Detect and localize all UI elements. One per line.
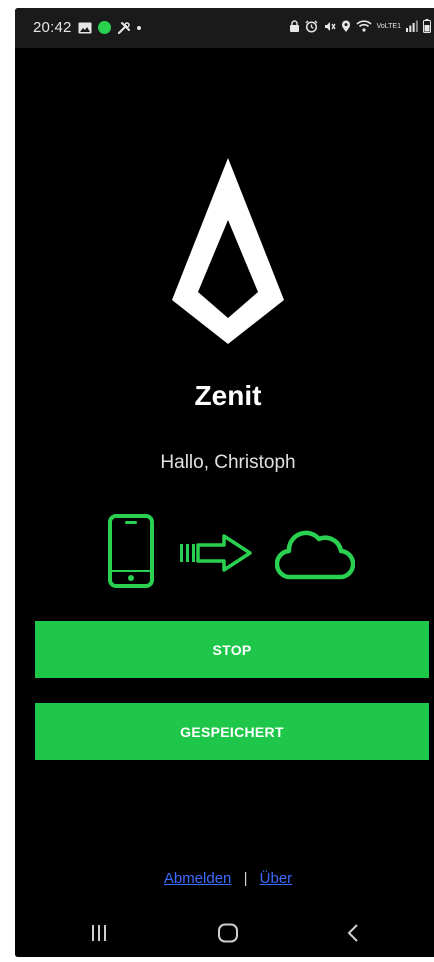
- status-time: 20:42: [33, 19, 72, 36]
- arrow-right-icon: [180, 534, 252, 572]
- footer-links: Abmelden | Über: [15, 870, 434, 887]
- status-bar: 20:42 VoLTE1: [15, 8, 434, 48]
- wifi-icon: [356, 20, 372, 32]
- cloud-icon: [275, 530, 355, 580]
- home-icon[interactable]: [208, 920, 248, 946]
- navigation-bar: [15, 910, 434, 957]
- dot-icon: [136, 25, 141, 30]
- greeting-text: Hallo, Christoph: [160, 452, 296, 473]
- green-dot-icon: [97, 21, 111, 34]
- status-right: VoLTE1: [289, 19, 431, 33]
- app-logo: [15, 158, 434, 348]
- stop-button[interactable]: STOP: [35, 621, 429, 678]
- lock-icon: [289, 19, 300, 33]
- sync-illustration: [15, 513, 434, 595]
- back-icon[interactable]: [333, 920, 373, 946]
- status-left: 20:42: [33, 19, 141, 36]
- phone-icon: [108, 514, 154, 588]
- about-link[interactable]: Über: [260, 870, 293, 887]
- recent-apps-icon[interactable]: [79, 920, 119, 946]
- alarm-icon: [305, 20, 318, 33]
- image-icon: [78, 22, 92, 34]
- logout-link[interactable]: Abmelden: [164, 870, 232, 887]
- volte-label: VoLTE1: [376, 22, 401, 30]
- saved-button[interactable]: GESPEICHERT: [35, 703, 429, 760]
- app-title: Zenit: [194, 380, 262, 411]
- mute-icon: [323, 20, 336, 33]
- location-icon: [341, 20, 351, 33]
- tools-icon: [117, 21, 131, 35]
- app-screen: 20:42 VoLTE1 Zenit Hallo, Christoph STOP…: [15, 8, 434, 957]
- zenit-logo-icon: [172, 158, 284, 344]
- signal-icon: [406, 20, 418, 32]
- battery-icon: [423, 19, 431, 33]
- footer-separator: |: [243, 870, 248, 887]
- volte-icon: VoLTE1: [377, 23, 401, 30]
